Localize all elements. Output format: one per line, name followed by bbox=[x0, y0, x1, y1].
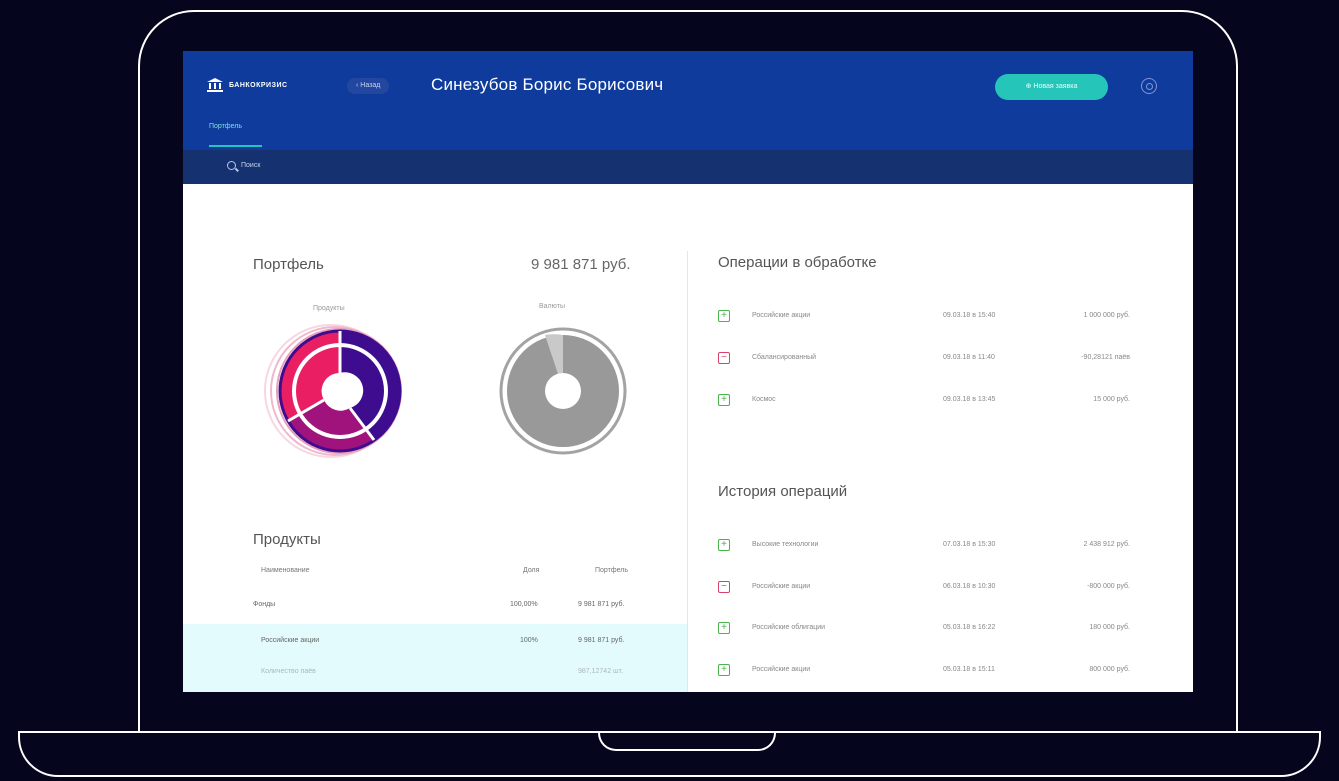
history-name: Российские облигации bbox=[752, 624, 826, 631]
history-item[interactable]: − Российские акции 06.03.18 в 10:30 -800… bbox=[718, 577, 1138, 599]
operation-date: 09.03.18 в 13:45 bbox=[943, 396, 996, 403]
search-input[interactable]: Поиск bbox=[241, 162, 260, 169]
row-share: 100% bbox=[520, 637, 538, 644]
col-portfolio: Портфель bbox=[595, 567, 629, 574]
operation-name: Российские акции bbox=[752, 312, 811, 319]
operation-item[interactable]: + Российские акции 09.03.18 в 15:40 1 00… bbox=[718, 306, 1138, 328]
logo-text: БАНКОКРИЗИС bbox=[229, 81, 288, 89]
history-item[interactable]: + Высокие технологии 07.03.18 в 15:30 2 … bbox=[718, 535, 1138, 557]
operation-item[interactable]: + Космос 09.03.18 в 13:45 15 000 руб. bbox=[718, 390, 1138, 412]
history-amount: -800 000 руб. bbox=[1087, 583, 1130, 590]
row-share: 100,00% bbox=[510, 601, 538, 608]
back-button[interactable]: ‹ Назад bbox=[347, 78, 390, 94]
laptop-notch bbox=[598, 731, 776, 751]
top-bar: БАНКОКРИЗИС ‹ Назад Синезубов Борис Бори… bbox=[183, 51, 1193, 150]
products-title: Продукты bbox=[253, 531, 321, 548]
operations-title: Операции в обработке bbox=[718, 254, 877, 271]
history-item[interactable]: + Российские облигации 05.03.18 в 16:22 … bbox=[718, 618, 1138, 640]
history-amount: 180 000 руб. bbox=[1089, 624, 1130, 631]
client-name: Синезубов Борис Борисович bbox=[431, 75, 664, 94]
col-name: Наименование bbox=[261, 567, 310, 574]
minus-icon: − bbox=[718, 581, 730, 593]
operation-date: 09.03.18 в 11:40 bbox=[943, 354, 995, 361]
settings-icon[interactable] bbox=[1141, 78, 1157, 94]
search-icon[interactable] bbox=[227, 161, 236, 170]
history-date: 06.03.18 в 10:30 bbox=[943, 583, 996, 590]
bank-icon bbox=[207, 78, 223, 92]
search-bar[interactable]: Поиск bbox=[183, 150, 1193, 184]
history-date: 05.03.18 в 16:22 bbox=[943, 624, 996, 631]
operation-date: 09.03.18 в 15:40 bbox=[943, 312, 996, 319]
col-share: Доля bbox=[523, 567, 540, 574]
row-name: Российские акции bbox=[261, 637, 320, 644]
operation-amount: 1 000 000 руб. bbox=[1083, 312, 1130, 319]
history-item[interactable]: + Российские акции 05.03.18 в 15:11 800 … bbox=[718, 660, 1138, 682]
tab-portfolio[interactable]: Портфель bbox=[209, 123, 242, 130]
history-title: История операций bbox=[718, 483, 848, 500]
plus-icon: + bbox=[718, 394, 730, 406]
operation-amount: -90,28121 паёв bbox=[1081, 354, 1130, 361]
operation-name: Сбалансированный bbox=[752, 354, 817, 361]
portfolio-title: Портфель bbox=[253, 256, 324, 273]
row-value: 9 981 871 руб. bbox=[578, 637, 625, 644]
operation-item[interactable]: − Сбалансированный 09.03.18 в 11:40 -90,… bbox=[718, 348, 1138, 370]
products-donut-chart[interactable] bbox=[253, 321, 413, 471]
currency-chart-label: Валюты bbox=[539, 303, 565, 310]
selected-row-highlight bbox=[183, 624, 687, 692]
history-name: Высокие технологии bbox=[752, 541, 819, 548]
row-value: 9 981 871 руб. bbox=[578, 601, 625, 608]
operation-amount: 15 000 руб. bbox=[1093, 396, 1130, 403]
bank-logo[interactable]: БАНКОКРИЗИС bbox=[207, 78, 288, 92]
history-date: 07.03.18 в 15:30 bbox=[943, 541, 996, 548]
history-name: Российские акции bbox=[752, 583, 811, 590]
row-name: Количество паёв bbox=[261, 668, 316, 675]
history-name: Российские акции bbox=[752, 666, 811, 673]
portfolio-total: 9 981 871 руб. bbox=[531, 256, 631, 273]
minus-icon: − bbox=[718, 352, 730, 364]
row-name: Фонды bbox=[253, 601, 276, 608]
products-chart-label: Продукты bbox=[313, 305, 345, 312]
column-divider bbox=[687, 251, 688, 692]
currency-donut-chart[interactable] bbox=[488, 321, 638, 471]
history-amount: 2 438 912 руб. bbox=[1083, 541, 1130, 548]
donut-hole bbox=[545, 373, 581, 409]
operation-name: Космос bbox=[752, 396, 776, 403]
laptop-frame: БАНКОКРИЗИС ‹ Назад Синезубов Борис Бори… bbox=[0, 0, 1339, 781]
app-screen: БАНКОКРИЗИС ‹ Назад Синезубов Борис Бори… bbox=[183, 51, 1193, 692]
plus-icon: + bbox=[718, 622, 730, 634]
plus-icon: + bbox=[718, 310, 730, 322]
history-amount: 800 000 руб. bbox=[1089, 666, 1130, 673]
new-request-button[interactable]: ⊕ Новая заявка bbox=[995, 74, 1108, 100]
history-date: 05.03.18 в 15:11 bbox=[943, 666, 995, 673]
row-value: 987,12742 шт. bbox=[578, 668, 624, 675]
active-tab-indicator bbox=[209, 145, 262, 147]
plus-icon: + bbox=[718, 539, 730, 551]
plus-icon: + bbox=[718, 664, 730, 676]
